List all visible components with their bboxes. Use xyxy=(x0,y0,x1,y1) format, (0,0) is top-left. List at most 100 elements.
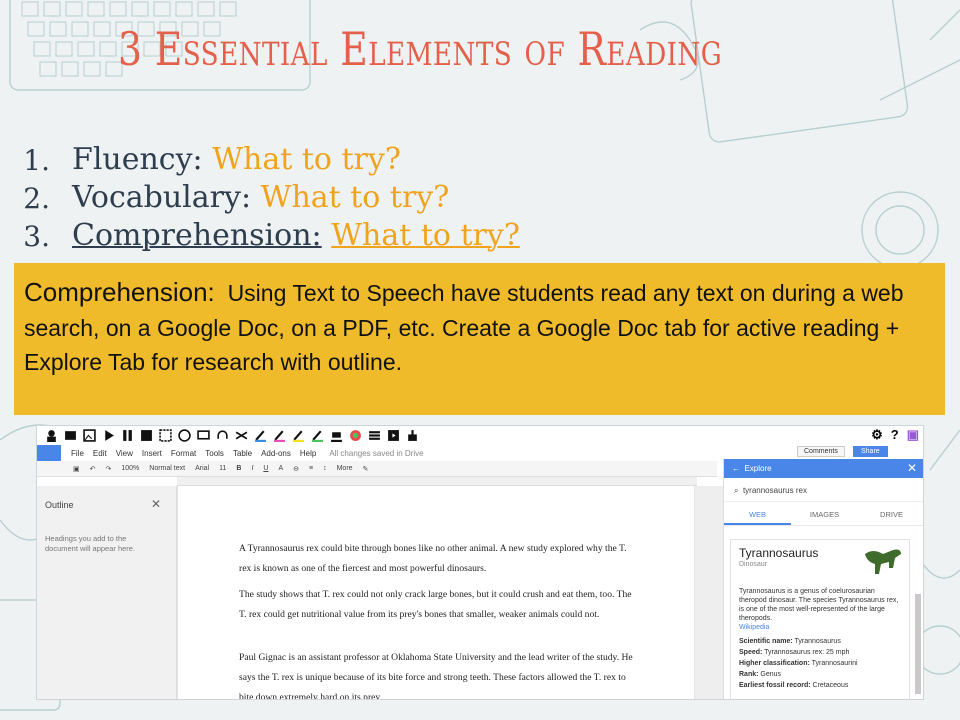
eraser-icon[interactable] xyxy=(330,429,343,442)
docs-logo[interactable] xyxy=(37,445,61,461)
outline-pane: Outline ✕ Headings you add to the docume… xyxy=(37,486,177,699)
paragraph: A Tyrannosaurus rex could bite through b… xyxy=(239,543,627,574)
line-spacing-icon[interactable]: ↕ xyxy=(323,465,327,472)
menu-tools[interactable]: Tools xyxy=(205,449,224,458)
save-status: All changes saved in Drive xyxy=(329,448,424,458)
dinosaur-image xyxy=(865,549,901,574)
list-number: 2. xyxy=(23,182,50,215)
comprehension-callout: Comprehension: Using Text to Speech have… xyxy=(14,263,945,415)
book-icon[interactable] xyxy=(64,429,77,442)
fact-row: Earliest fossil record: Cretaceous xyxy=(739,681,901,690)
gear-icon[interactable]: ⚙ xyxy=(871,427,883,443)
formatting-toolbar: ▣ ↶ ↷ 100% Normal text Arial 11 B I U A … xyxy=(37,461,717,477)
screen-select-icon[interactable] xyxy=(159,429,172,442)
comments-button[interactable]: Comments xyxy=(797,446,845,457)
element-name: Fluency: xyxy=(72,142,203,177)
list-number: 1. xyxy=(23,144,50,177)
video-icon[interactable] xyxy=(387,429,400,442)
headphones-icon[interactable] xyxy=(216,429,229,442)
italic-icon[interactable]: I xyxy=(251,465,253,472)
elements-list: 1. Fluency: What to try? 2. Vocabulary: … xyxy=(0,142,700,256)
play-icon[interactable] xyxy=(102,429,115,442)
menu-edit[interactable]: Edit xyxy=(93,449,107,458)
fact-label: Scientific name: xyxy=(739,638,793,645)
menu-table[interactable]: Table xyxy=(233,449,252,458)
explore-panel: ← Explore ✕ ⌕ tyrannosaurus rex WEB IMAG… xyxy=(723,459,923,699)
print-icon[interactable]: ▣ xyxy=(73,465,80,473)
menu-file[interactable]: File xyxy=(71,449,84,458)
explore-tabs: WEB IMAGES DRIVE xyxy=(724,502,923,526)
text-color-icon[interactable]: A xyxy=(278,465,283,472)
picture-icon[interactable] xyxy=(83,429,96,442)
back-arrow-icon[interactable]: ← xyxy=(732,464,744,473)
menu-help[interactable]: Help xyxy=(300,449,316,458)
person-icon[interactable] xyxy=(45,429,58,442)
fact-value: Genus xyxy=(760,671,782,678)
page-margin xyxy=(695,486,723,699)
extension-toolbar: ⚙ ? ▣ xyxy=(37,426,923,445)
list-item-fluency: 1. Fluency: What to try? xyxy=(0,142,700,180)
menu-insert[interactable]: Insert xyxy=(142,449,162,458)
fact-label: Earliest fossil record: xyxy=(739,682,811,689)
paragraph: The study shows that T. rex could not on… xyxy=(239,589,632,620)
outline-title: Outline xyxy=(45,500,74,510)
tab-images[interactable]: IMAGES xyxy=(791,502,858,525)
fact-row: Scientific name: Tyrannosaurus xyxy=(739,637,901,646)
callout-lead: Comprehension: xyxy=(24,277,215,307)
fact-value: Tyrannosaurus xyxy=(794,638,841,645)
menu-format[interactable]: Format xyxy=(171,449,196,458)
more-button[interactable]: More xyxy=(337,465,353,472)
help-icon[interactable]: ? xyxy=(891,427,899,443)
search-icon: ⌕ xyxy=(734,486,741,495)
pause-icon[interactable] xyxy=(121,429,134,442)
font-select[interactable]: Arial xyxy=(195,465,209,472)
knowledge-card: Tyrannosaurus Dinosaur Tyrannosaurus is … xyxy=(730,539,910,699)
slide-title: 3 Essential Elements of Reading xyxy=(118,22,723,76)
puzzle-icon[interactable]: ▣ xyxy=(907,427,919,443)
fact-value: Tyrannosaurini xyxy=(811,660,858,667)
highlighter-blue-icon[interactable] xyxy=(254,429,267,442)
element-name[interactable]: Comprehension: xyxy=(72,218,322,253)
translate-icon[interactable] xyxy=(178,429,191,442)
explore-search[interactable]: ⌕ tyrannosaurus rex xyxy=(724,478,923,502)
redo-icon[interactable]: ↷ xyxy=(106,465,112,473)
element-name: Vocabulary: xyxy=(72,180,252,215)
close-icon[interactable]: ✕ xyxy=(151,497,161,511)
monitor-icon[interactable] xyxy=(197,429,210,442)
highlighter-green-icon[interactable] xyxy=(311,429,324,442)
tab-web[interactable]: WEB xyxy=(724,502,791,525)
explore-title: Explore xyxy=(744,464,772,473)
stop-icon[interactable] xyxy=(140,429,153,442)
wikipedia-link[interactable]: Wikipedia xyxy=(739,623,901,632)
undo-icon[interactable]: ↶ xyxy=(90,465,96,473)
align-icon[interactable]: ≡ xyxy=(309,465,313,472)
list-icon[interactable] xyxy=(368,429,381,442)
shuffle-icon[interactable] xyxy=(235,429,248,442)
highlighter-pink-icon[interactable] xyxy=(273,429,286,442)
bold-icon[interactable]: B xyxy=(236,465,241,472)
tab-drive[interactable]: DRIVE xyxy=(858,502,923,525)
what-to-try-link[interactable]: What to try? xyxy=(261,180,450,215)
share-button[interactable]: Share xyxy=(853,446,888,457)
underline-icon[interactable]: U xyxy=(263,465,268,472)
fact-value: Cretaceous xyxy=(812,682,849,689)
share-bag-icon[interactable] xyxy=(406,429,419,442)
link-icon[interactable]: ⊖ xyxy=(293,465,299,473)
what-to-try-link[interactable]: What to try? xyxy=(331,218,520,253)
ruler xyxy=(177,477,697,486)
what-to-try-link[interactable]: What to try? xyxy=(212,142,401,177)
color-wheel-icon[interactable] xyxy=(349,429,362,442)
close-icon[interactable]: ✕ xyxy=(907,461,917,475)
zoom-select[interactable]: 100% xyxy=(121,465,139,472)
card-description: Tyrannosaurus is a genus of coelurosauri… xyxy=(739,588,899,622)
menu-addons[interactable]: Add-ons xyxy=(261,449,291,458)
document-page[interactable]: A Tyrannosaurus rex could bite through b… xyxy=(177,486,695,699)
highlighter-yellow-icon[interactable] xyxy=(292,429,305,442)
font-size-select[interactable]: 11 xyxy=(219,465,226,472)
pen-icon[interactable]: ✎ xyxy=(363,465,369,473)
style-select[interactable]: Normal text xyxy=(149,465,185,472)
menu-view[interactable]: View xyxy=(116,449,133,458)
list-item-vocabulary: 2. Vocabulary: What to try? xyxy=(0,180,700,218)
search-query: tyrannosaurus rex xyxy=(742,486,807,495)
scrollbar[interactable] xyxy=(915,594,921,694)
